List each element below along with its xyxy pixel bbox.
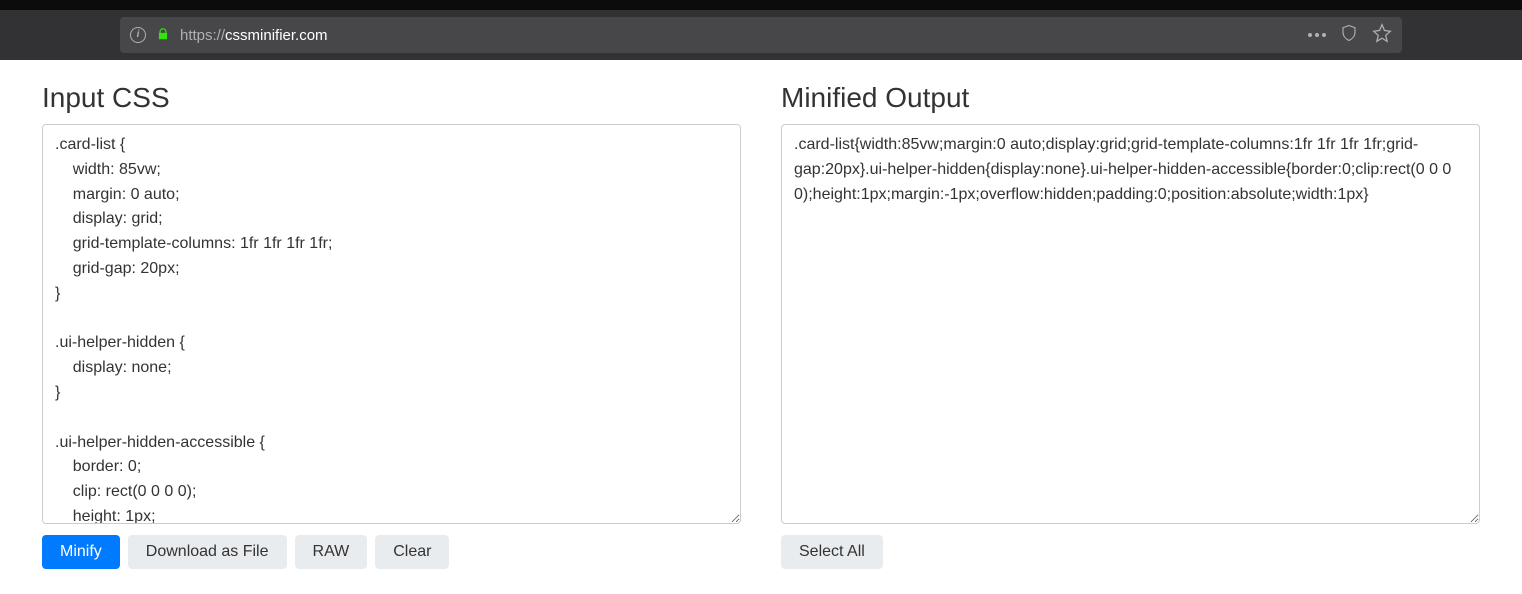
output-column: Minified Output Select All: [781, 82, 1480, 569]
info-icon[interactable]: i: [130, 27, 146, 43]
input-button-row: Minify Download as File RAW Clear: [42, 535, 741, 569]
input-heading: Input CSS: [42, 82, 741, 114]
window-chrome: [0, 0, 1522, 10]
select-all-button[interactable]: Select All: [781, 535, 883, 569]
output-heading: Minified Output: [781, 82, 1480, 114]
url-field[interactable]: i https://cssminifier.com: [120, 17, 1402, 53]
main-content: Input CSS Minify Download as File RAW Cl…: [0, 60, 1522, 569]
address-bar: i https://cssminifier.com: [0, 10, 1522, 60]
download-button[interactable]: Download as File: [128, 535, 287, 569]
raw-button[interactable]: RAW: [295, 535, 368, 569]
output-button-row: Select All: [781, 535, 1480, 569]
url-text: https://cssminifier.com: [180, 27, 328, 44]
input-column: Input CSS Minify Download as File RAW Cl…: [42, 82, 741, 569]
page-actions-icon[interactable]: [1308, 33, 1326, 37]
clear-button[interactable]: Clear: [375, 535, 449, 569]
shield-icon[interactable]: [1340, 24, 1358, 47]
input-css-textarea[interactable]: [42, 124, 741, 524]
minify-button[interactable]: Minify: [42, 535, 120, 569]
lock-icon: [156, 27, 170, 44]
output-css-textarea[interactable]: [781, 124, 1480, 524]
bookmark-star-icon[interactable]: [1372, 23, 1392, 48]
